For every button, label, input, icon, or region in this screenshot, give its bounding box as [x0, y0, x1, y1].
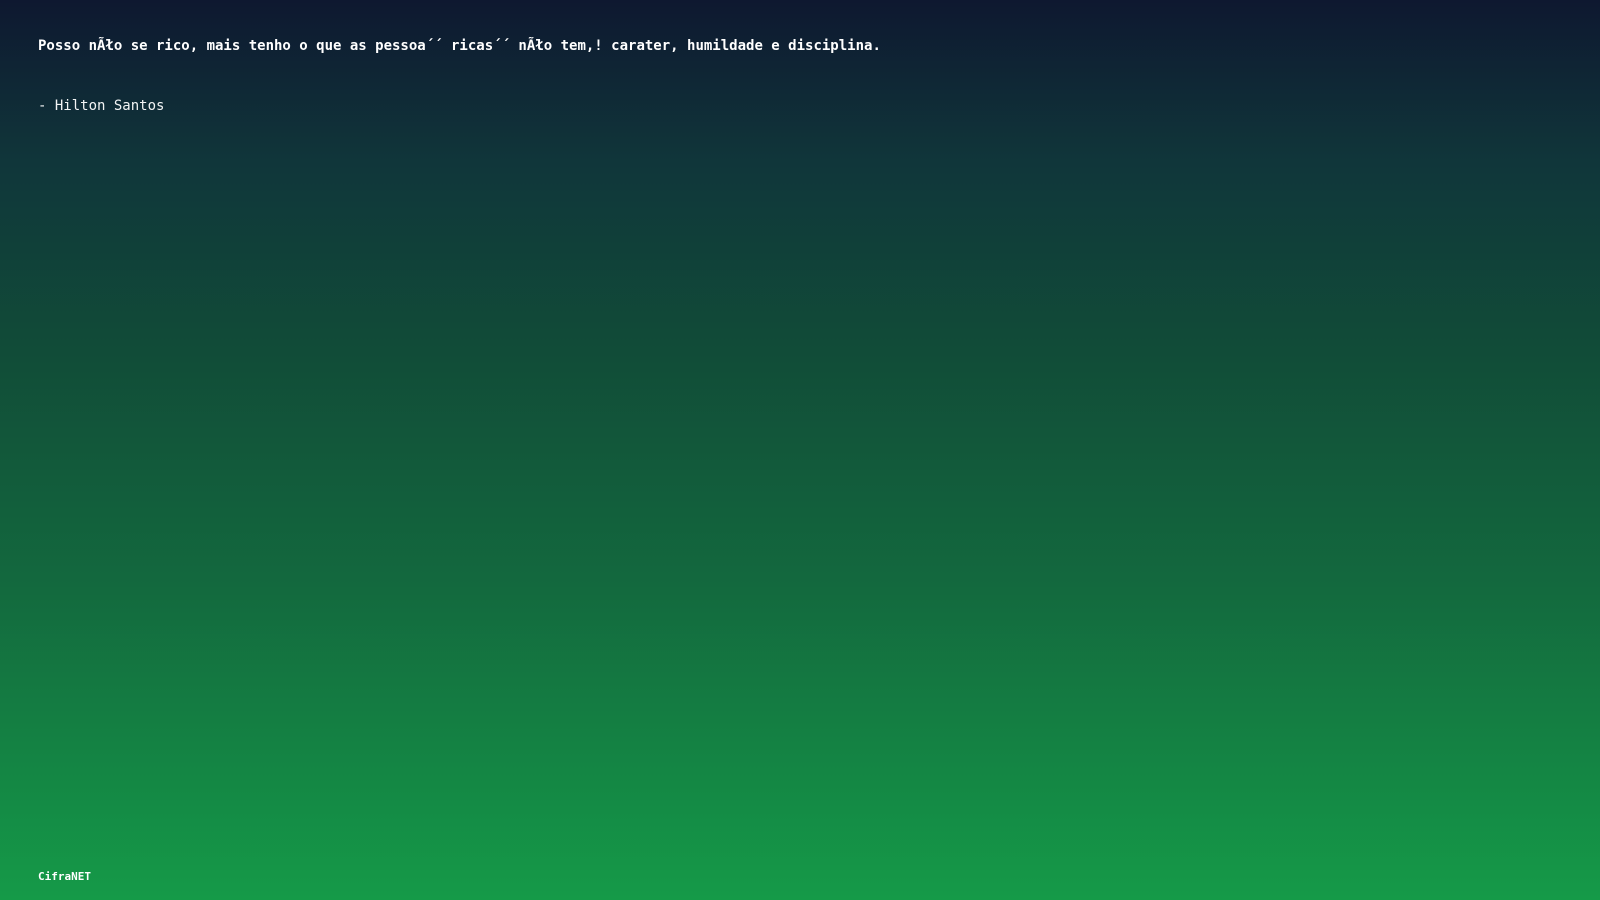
quote-author: - Hilton Santos: [38, 98, 165, 114]
brand-name: CifraNET: [38, 870, 91, 883]
page: { "quote": { "text": "Posso nÃło se rico…: [0, 0, 1600, 900]
quote-text: Posso nÃło se rico, mais tenho o que as …: [38, 38, 881, 54]
